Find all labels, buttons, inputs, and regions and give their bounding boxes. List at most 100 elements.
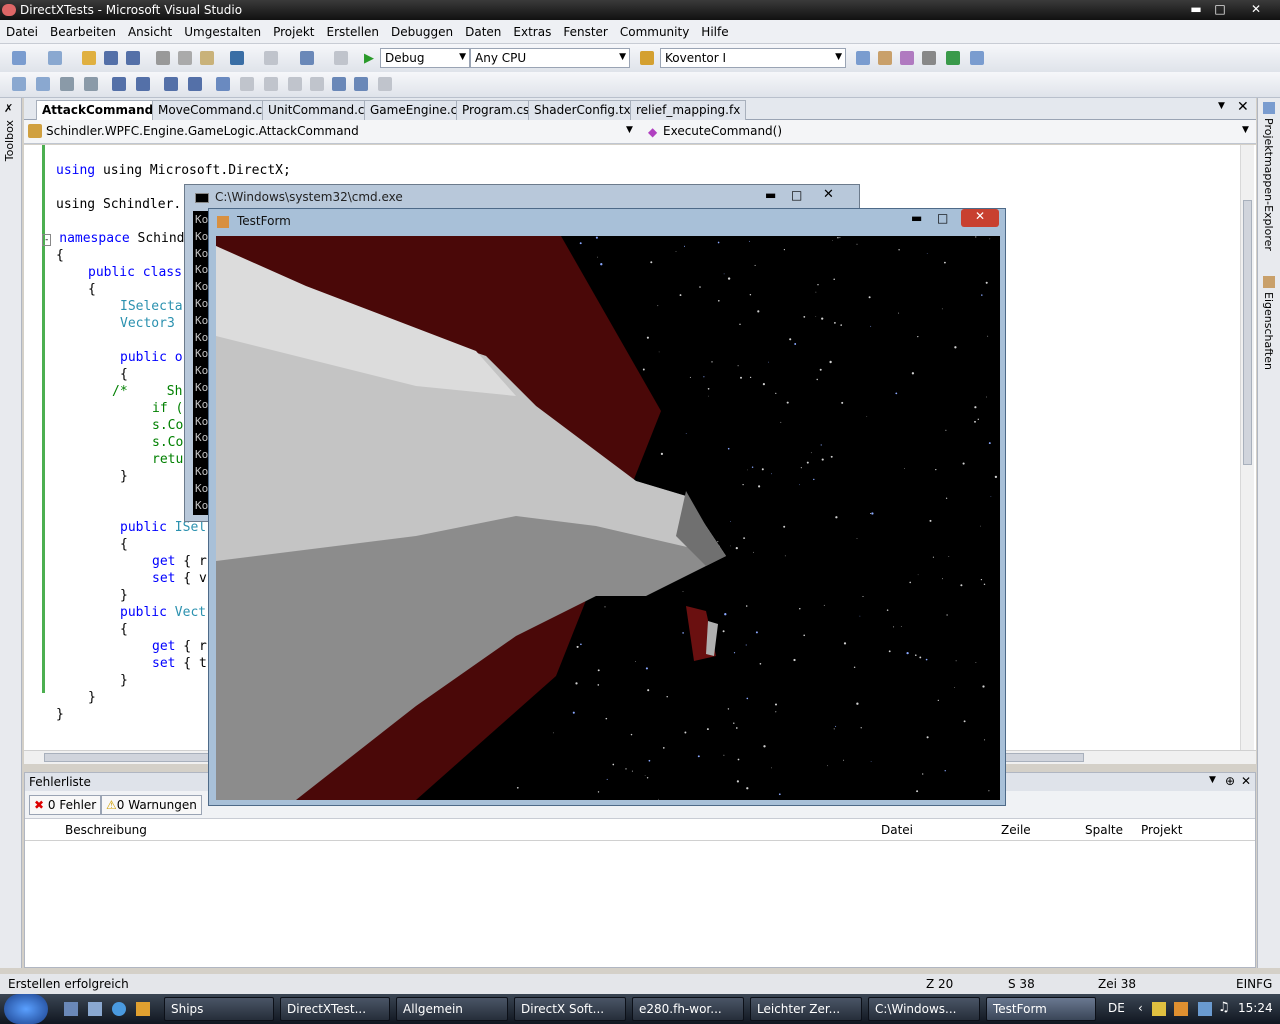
next-bookmark-icon[interactable] [264, 77, 278, 91]
object-browser-icon[interactable] [900, 51, 914, 65]
menu-community[interactable]: Community [614, 20, 695, 39]
add-item-icon[interactable] [48, 51, 62, 65]
taskbar-item-e280[interactable]: e280.fh-wor... [632, 997, 744, 1021]
find-combo[interactable]: Koventor I ▼ [660, 48, 846, 68]
start-button[interactable] [4, 994, 48, 1024]
taskbar-item-directx-soft[interactable]: DirectX Soft... [514, 997, 626, 1021]
new-project-icon[interactable] [12, 51, 26, 65]
menu-daten[interactable]: Daten [459, 20, 507, 39]
tab-list-dropdown-icon[interactable]: ▼ [1218, 101, 1225, 111]
scroll-thumb[interactable] [1243, 200, 1252, 465]
config-combo[interactable]: Debug ▼ [380, 48, 470, 68]
close-document-icon[interactable]: ✕ [1237, 99, 1249, 115]
member-dropdown[interactable]: ExecuteCommand() [663, 124, 1223, 138]
menu-umgestalten[interactable]: Umgestalten [178, 20, 267, 39]
network-icon[interactable] [1198, 1002, 1212, 1016]
prev-bookmark-icon[interactable] [240, 77, 254, 91]
clear-bookmarks-icon[interactable] [378, 77, 392, 91]
tab-relief-mapping[interactable]: relief_mapping.fx [630, 100, 747, 120]
language-indicator[interactable]: DE [1108, 1001, 1125, 1015]
switch-windows-icon[interactable] [88, 1002, 102, 1016]
toolbox-tab[interactable]: Toolbox [3, 120, 16, 161]
navigate-forward-icon[interactable] [334, 51, 348, 65]
display-object-icon[interactable] [12, 77, 26, 91]
toolbox-icon[interactable] [922, 51, 936, 65]
taskbar-item-allgemein[interactable]: Allgemein [396, 997, 508, 1021]
taskbar-item-directxtests[interactable]: DirectXTest... [280, 997, 390, 1021]
menu-datei[interactable]: Datei [0, 20, 44, 39]
menu-ansicht[interactable]: Ansicht [122, 20, 178, 39]
menu-fenster[interactable]: Fenster [557, 20, 614, 39]
paste-icon[interactable] [200, 51, 214, 65]
menu-erstellen[interactable]: Erstellen [321, 20, 386, 39]
taskbar-item-testform[interactable]: TestForm [986, 997, 1096, 1021]
toolbox-pin-icon[interactable]: ✗ [4, 102, 13, 115]
panel-menu-icon[interactable]: ▼ [1209, 775, 1216, 785]
close-button[interactable]: ✕ [823, 187, 834, 202]
window-layout-icon[interactable] [970, 51, 984, 65]
tab-gameengine[interactable]: GameEngine.cs [364, 100, 470, 120]
save-all-icon[interactable] [126, 51, 140, 65]
menu-bearbeiten[interactable]: Bearbeiten [44, 20, 122, 39]
next-bookmark-doc-icon[interactable] [354, 77, 368, 91]
open-folder-icon[interactable] [82, 51, 96, 65]
col-projekt[interactable]: Projekt [1141, 823, 1182, 837]
comment-icon[interactable] [164, 77, 178, 91]
col-datei[interactable]: Datei [881, 823, 913, 837]
ie-icon[interactable] [112, 1002, 126, 1016]
increase-indent-icon[interactable] [136, 77, 150, 91]
maximize-button[interactable]: □ [1208, 0, 1232, 18]
tray-expand-icon[interactable]: ‹ [1138, 1001, 1143, 1015]
maximize-button[interactable]: □ [791, 188, 802, 202]
menu-hilfe[interactable]: Hilfe [695, 20, 734, 39]
col-zeile[interactable]: Zeile [1001, 823, 1031, 837]
prev-folder-bookmark-icon[interactable] [288, 77, 302, 91]
save-icon[interactable] [104, 51, 118, 65]
quick-info-icon[interactable] [60, 77, 74, 91]
prev-bookmark-doc-icon[interactable] [332, 77, 346, 91]
solution-explorer-tab[interactable]: Projektmappen-Explorer [1262, 118, 1275, 251]
tab-program[interactable]: Program.cs [456, 100, 536, 120]
errors-filter-button[interactable]: ✖ 0 Fehler [29, 795, 102, 815]
testform-window[interactable]: TestForm ▬ □ ✕ [208, 208, 1006, 806]
platform-combo[interactable]: Any CPU ▼ [470, 48, 630, 68]
menu-projekt[interactable]: Projekt [267, 20, 320, 39]
cut-icon[interactable] [156, 51, 170, 65]
complete-word-icon[interactable] [84, 77, 98, 91]
maximize-button[interactable]: □ [937, 211, 948, 225]
col-spalte[interactable]: Spalte [1085, 823, 1123, 837]
close-button[interactable]: ✕ [961, 209, 999, 227]
close-button[interactable]: ✕ [1242, 0, 1270, 18]
start-page-icon[interactable] [946, 51, 960, 65]
minimize-button[interactable]: ▬ [1184, 0, 1208, 18]
minimize-button[interactable]: ▬ [765, 188, 776, 202]
taskbar-item-ships[interactable]: Ships [164, 997, 274, 1021]
show-desktop-icon[interactable] [64, 1002, 78, 1016]
menu-debuggen[interactable]: Debuggen [385, 20, 459, 39]
collapse-icon[interactable]: - [42, 234, 52, 246]
tab-movecommand[interactable]: MoveCommand.cs [152, 100, 275, 120]
tab-unitcommand[interactable]: UnitCommand.cs [262, 100, 377, 120]
close-panel-icon[interactable]: ✕ [1241, 774, 1251, 788]
taskbar-item-leichter[interactable]: Leichter Zer... [750, 997, 862, 1021]
next-folder-bookmark-icon[interactable] [310, 77, 324, 91]
warnings-filter-button[interactable]: ⚠0 Warnungen [101, 795, 202, 815]
taskbar-item-cmd[interactable]: C:\Windows... [868, 997, 980, 1021]
col-beschreibung[interactable]: Beschreibung [65, 823, 147, 837]
navigate-back-icon[interactable] [300, 51, 314, 65]
tray-media-icon[interactable] [1174, 1002, 1188, 1016]
decrease-indent-icon[interactable] [112, 77, 126, 91]
solution-explorer-icon[interactable] [856, 51, 870, 65]
start-debug-icon[interactable]: ▶ [364, 51, 374, 66]
type-dropdown[interactable]: Schindler.WPFC.Engine.GameLogic.AttackCo… [46, 124, 636, 138]
parameter-info-icon[interactable] [36, 77, 50, 91]
media-icon[interactable] [136, 1002, 150, 1016]
uncomment-icon[interactable] [188, 77, 202, 91]
menu-extras[interactable]: Extras [507, 20, 557, 39]
redo-icon[interactable] [264, 51, 278, 65]
copy-icon[interactable] [178, 51, 192, 65]
render-viewport[interactable] [216, 236, 1000, 800]
bookmark-icon[interactable] [216, 77, 230, 91]
volume-icon[interactable]: ♫ [1218, 1000, 1230, 1015]
minimize-button[interactable]: ▬ [911, 211, 922, 225]
